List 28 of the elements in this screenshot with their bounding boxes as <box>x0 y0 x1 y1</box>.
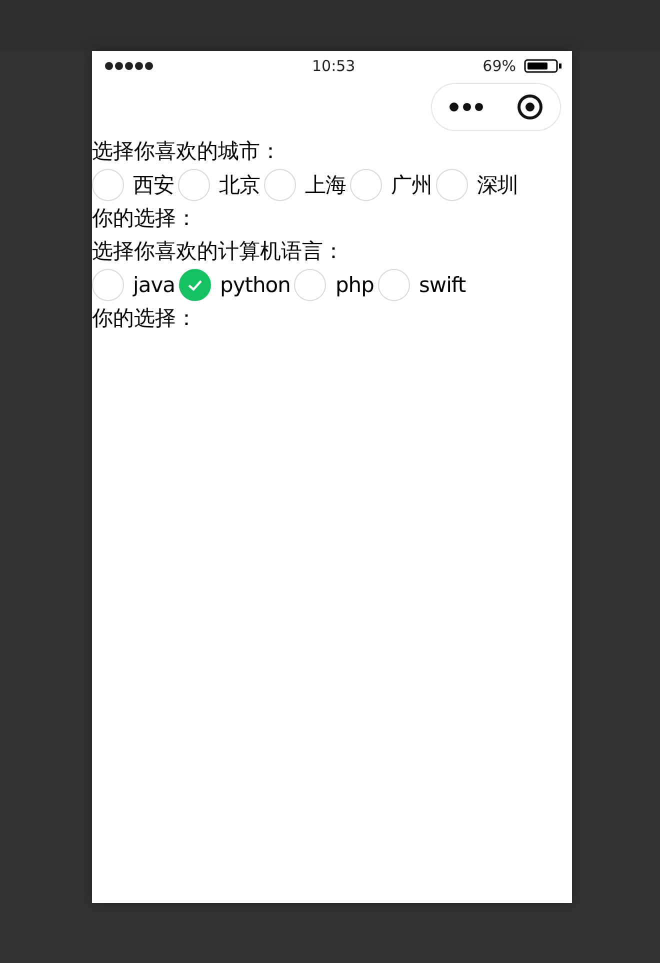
radio-button[interactable] <box>92 269 124 301</box>
radio-button[interactable] <box>378 269 410 301</box>
radio-button[interactable] <box>178 169 210 201</box>
capsule-button[interactable] <box>431 83 561 131</box>
group-label: 选择你喜欢的城市： <box>92 138 281 165</box>
signal-icon <box>104 61 154 71</box>
radio-button[interactable] <box>264 169 296 201</box>
status-time: 10:53 <box>312 57 356 75</box>
radio-button[interactable] <box>179 269 211 301</box>
battery-icon <box>524 59 562 73</box>
result-text: 你的选择： <box>92 305 197 332</box>
radio-label[interactable]: swift <box>418 273 466 297</box>
radio-label[interactable]: 深圳 <box>477 171 518 199</box>
group-label: 选择你喜欢的计算机语言： <box>92 238 344 265</box>
radio-label[interactable]: java <box>133 273 175 297</box>
close-target-icon[interactable] <box>516 93 544 121</box>
radio-label[interactable]: php <box>335 273 374 297</box>
radio-button[interactable] <box>92 169 124 201</box>
radio-label[interactable]: 北京 <box>219 171 260 199</box>
battery-percent: 69% <box>482 57 516 75</box>
radio-label[interactable]: 广州 <box>391 171 432 199</box>
radio-label[interactable]: python <box>220 273 290 297</box>
radio-button[interactable] <box>436 169 468 201</box>
radio-label[interactable]: 西安 <box>133 171 174 199</box>
radio-button[interactable] <box>350 169 382 201</box>
radio-label[interactable]: 上海 <box>305 171 346 199</box>
radio-button[interactable] <box>294 269 326 301</box>
result-text: 你的选择： <box>92 205 197 232</box>
